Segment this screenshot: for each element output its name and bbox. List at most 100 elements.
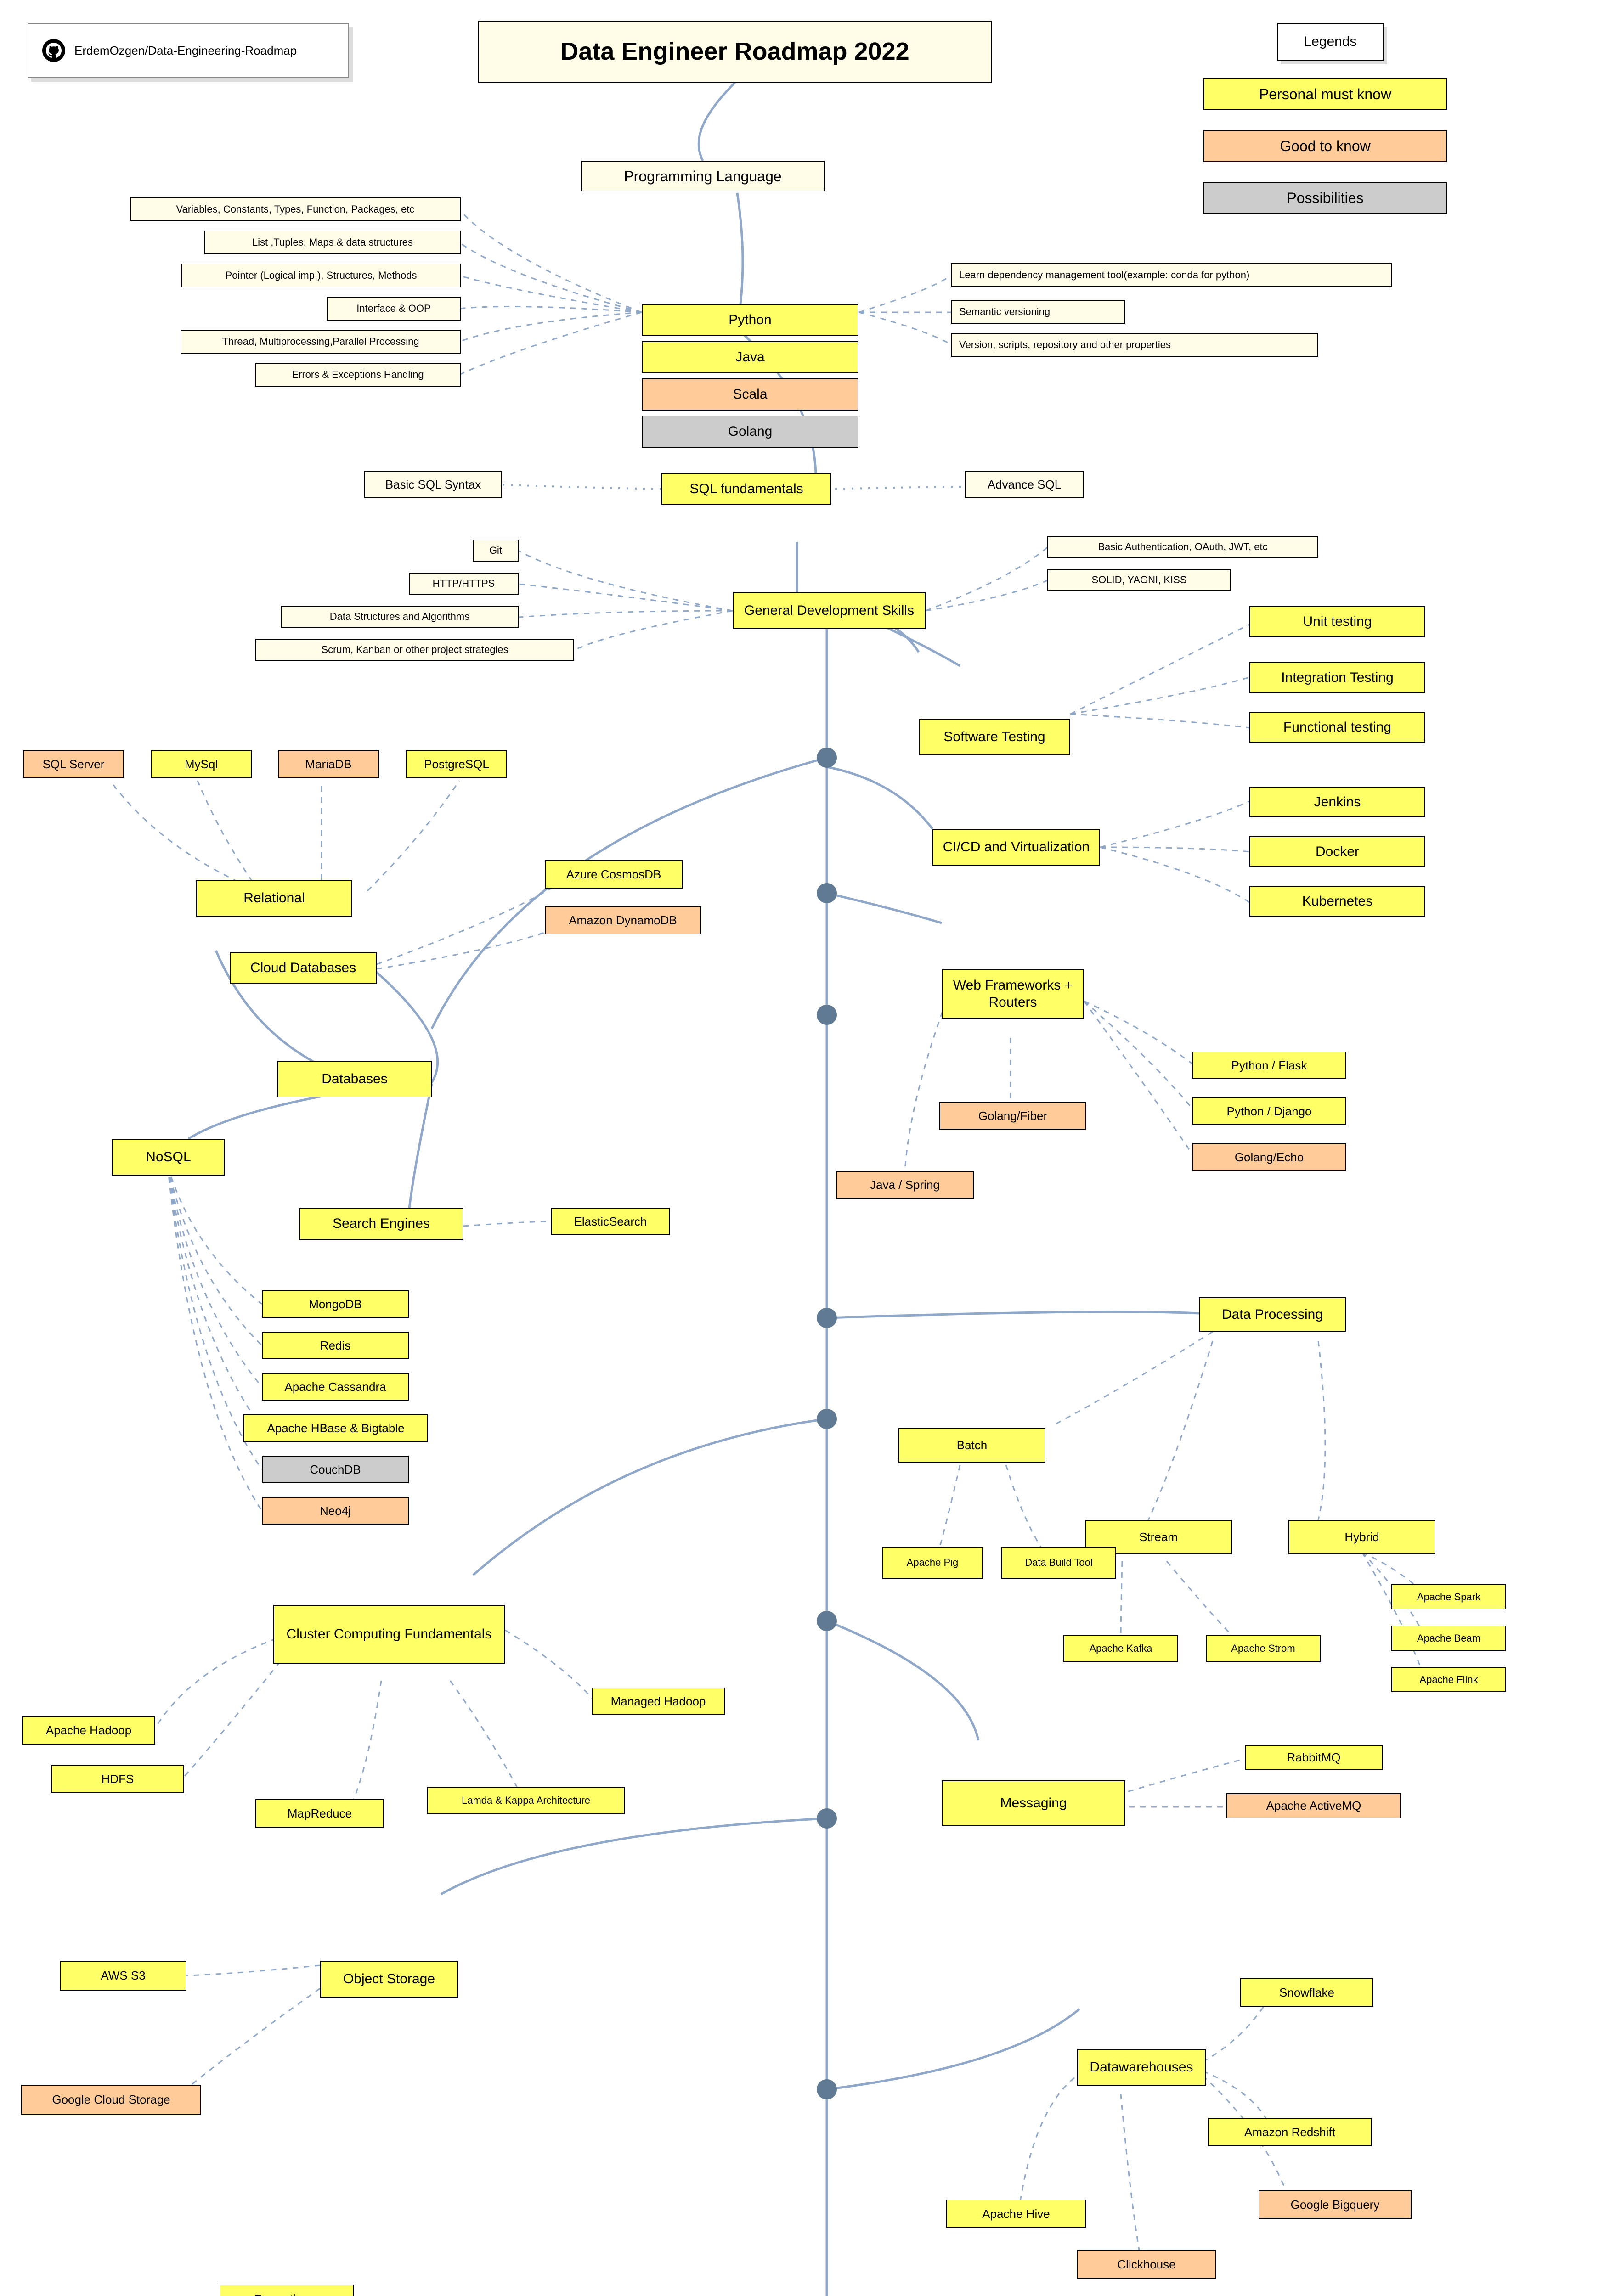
db-neo: Neo4j [262, 1497, 409, 1525]
dp-strom: Apache Strom [1206, 1635, 1321, 1662]
db-cloud: Cloud Databases [230, 952, 377, 984]
obj-s3: AWS S3 [60, 1961, 186, 1991]
lang-python: Python [642, 304, 858, 336]
db-cass: Apache Cassandra [262, 1373, 409, 1401]
cicd-jenkins: Jenkins [1249, 787, 1425, 817]
db-mongo: MongoDB [262, 1290, 409, 1318]
sql-fund: SQL fundamentals [661, 473, 831, 505]
dw-snow: Snowflake [1240, 1978, 1373, 2007]
spine-dot [817, 2079, 837, 2099]
dw: Datawarehouses [1077, 2049, 1206, 2086]
spine-dot [817, 748, 837, 768]
msg-rabbit: RabbitMQ [1245, 1745, 1383, 1770]
repo-banner[interactable]: ErdemOzgen/Data-Engineering-Roadmap [28, 23, 349, 78]
db-sqlserver: SQL Server [23, 750, 124, 778]
msg: Messaging [942, 1780, 1125, 1826]
lang-scala: Scala [642, 378, 858, 411]
gds-ds: Data Structures and Algorithms [281, 606, 519, 628]
dp-beam: Apache Beam [1391, 1626, 1506, 1651]
web-django: Python / Django [1192, 1097, 1346, 1125]
gds-solid: SOLID, YAGNI, KISS [1047, 569, 1231, 591]
obj-gcs: Google Cloud Storage [21, 2085, 201, 2115]
cluster-lk: Lamda & Kappa Architecture [427, 1787, 625, 1814]
py-vars: Variables, Constants, Types, Function, P… [130, 197, 461, 221]
roadmap-title: Data Engineer Roadmap 2022 [478, 21, 992, 83]
gds: General Development Skills [733, 592, 926, 629]
cicd-k8s: Kubernetes [1249, 886, 1425, 917]
db-elastic: ElasticSearch [551, 1208, 670, 1235]
sql-basic: Basic SQL Syntax [364, 471, 502, 498]
db-cosmos: Azure CosmosDB [545, 860, 683, 889]
db-nosql: NoSQL [112, 1139, 225, 1176]
db-hbase: Apache HBase & Bigtable [243, 1414, 428, 1442]
cluster-mh: Managed Hadoop [592, 1688, 725, 1715]
py-list: List ,Tuples, Maps & data structures [204, 231, 461, 254]
dp-pig: Apache Pig [882, 1547, 983, 1579]
cluster-hdfs: HDFS [51, 1765, 184, 1793]
spine-dot [817, 1409, 837, 1429]
cicd: CI/CD and Virtualization [932, 829, 1100, 866]
dw-bq: Google Bigquery [1259, 2190, 1412, 2219]
web-echo: Golang/Echo [1192, 1143, 1346, 1171]
test-func: Functional testing [1249, 712, 1425, 743]
gds-scrum: Scrum, Kanban or other project strategie… [255, 639, 574, 661]
github-icon [42, 39, 65, 62]
dw-hive: Apache Hive [946, 2200, 1086, 2228]
db-rel: Relational [196, 880, 352, 917]
cicd-docker: Docker [1249, 836, 1425, 867]
dp-dbt: Data Build Tool [1001, 1547, 1116, 1579]
db-search: Search Engines [299, 1208, 463, 1240]
cluster: Cluster Computing Fundamentals [273, 1605, 505, 1664]
spine-dot [817, 883, 837, 903]
legend-header: Legends [1277, 23, 1384, 61]
spine-dot [817, 1308, 837, 1328]
test-int: Integration Testing [1249, 662, 1425, 693]
py-ver: Version, scripts, repository and other p… [951, 333, 1318, 357]
lang-java: Java [642, 341, 858, 373]
repo-name: ErdemOzgen/Data-Engineering-Roadmap [74, 44, 297, 58]
msg-active: Apache ActiveMQ [1226, 1793, 1401, 1818]
py-dep: Learn dependency management tool(example… [951, 263, 1392, 287]
gds-git: Git [473, 540, 519, 562]
mon-prom: Prometheus [220, 2285, 354, 2296]
lang-golang: Golang [642, 416, 858, 448]
test-unit: Unit testing [1249, 606, 1425, 637]
db-pg: PostgreSQL [406, 750, 507, 778]
legend-good: Good to know [1203, 130, 1447, 162]
programming-language: Programming Language [581, 161, 825, 191]
databases: Databases [277, 1061, 432, 1097]
sql-adv: Advance SQL [965, 471, 1084, 498]
web-spring: Java / Spring [836, 1171, 974, 1199]
obj: Object Storage [320, 1961, 458, 1998]
dp-hybrid: Hybrid [1288, 1520, 1435, 1554]
db-maria: MariaDB [278, 750, 379, 778]
dp-flink: Apache Flink [1391, 1667, 1506, 1692]
cluster-mr: MapReduce [255, 1799, 384, 1828]
dp-title: Data Processing [1199, 1297, 1346, 1332]
gds-http: HTTP/HTTPS [409, 573, 519, 595]
legend-poss: Possibilities [1203, 182, 1447, 214]
legend-must: Personal must know [1203, 78, 1447, 110]
py-sem: Semantic versioning [951, 300, 1125, 324]
web-title: Web Frameworks + Routers [942, 969, 1084, 1019]
web-flask: Python / Flask [1192, 1052, 1346, 1079]
web-fiber: Golang/Fiber [939, 1102, 1086, 1130]
spine-dot [817, 1005, 837, 1025]
dw-ch: Clickhouse [1077, 2250, 1216, 2279]
dw-red: Amazon Redshift [1208, 2118, 1372, 2146]
db-redis: Redis [262, 1332, 409, 1359]
db-mysql: MySql [151, 750, 252, 778]
cluster-hadoop: Apache Hadoop [22, 1716, 155, 1745]
dp-kafka: Apache Kafka [1063, 1635, 1178, 1662]
spine-dot [817, 1611, 837, 1631]
gds-auth: Basic Authentication, OAuth, JWT, etc [1047, 536, 1318, 558]
py-err: Errors & Exceptions Handling [255, 363, 461, 387]
py-ptr: Pointer (Logical imp.), Structures, Meth… [181, 264, 461, 287]
db-dynamo: Amazon DynamoDB [545, 906, 701, 934]
dp-batch: Batch [898, 1428, 1045, 1463]
py-iface: Interface & OOP [327, 297, 461, 321]
db-couch: CouchDB [262, 1456, 409, 1483]
dp-spark: Apache Spark [1391, 1584, 1506, 1609]
spine-dot [817, 1808, 837, 1829]
py-thread: Thread, Multiprocessing,Parallel Process… [181, 330, 461, 354]
